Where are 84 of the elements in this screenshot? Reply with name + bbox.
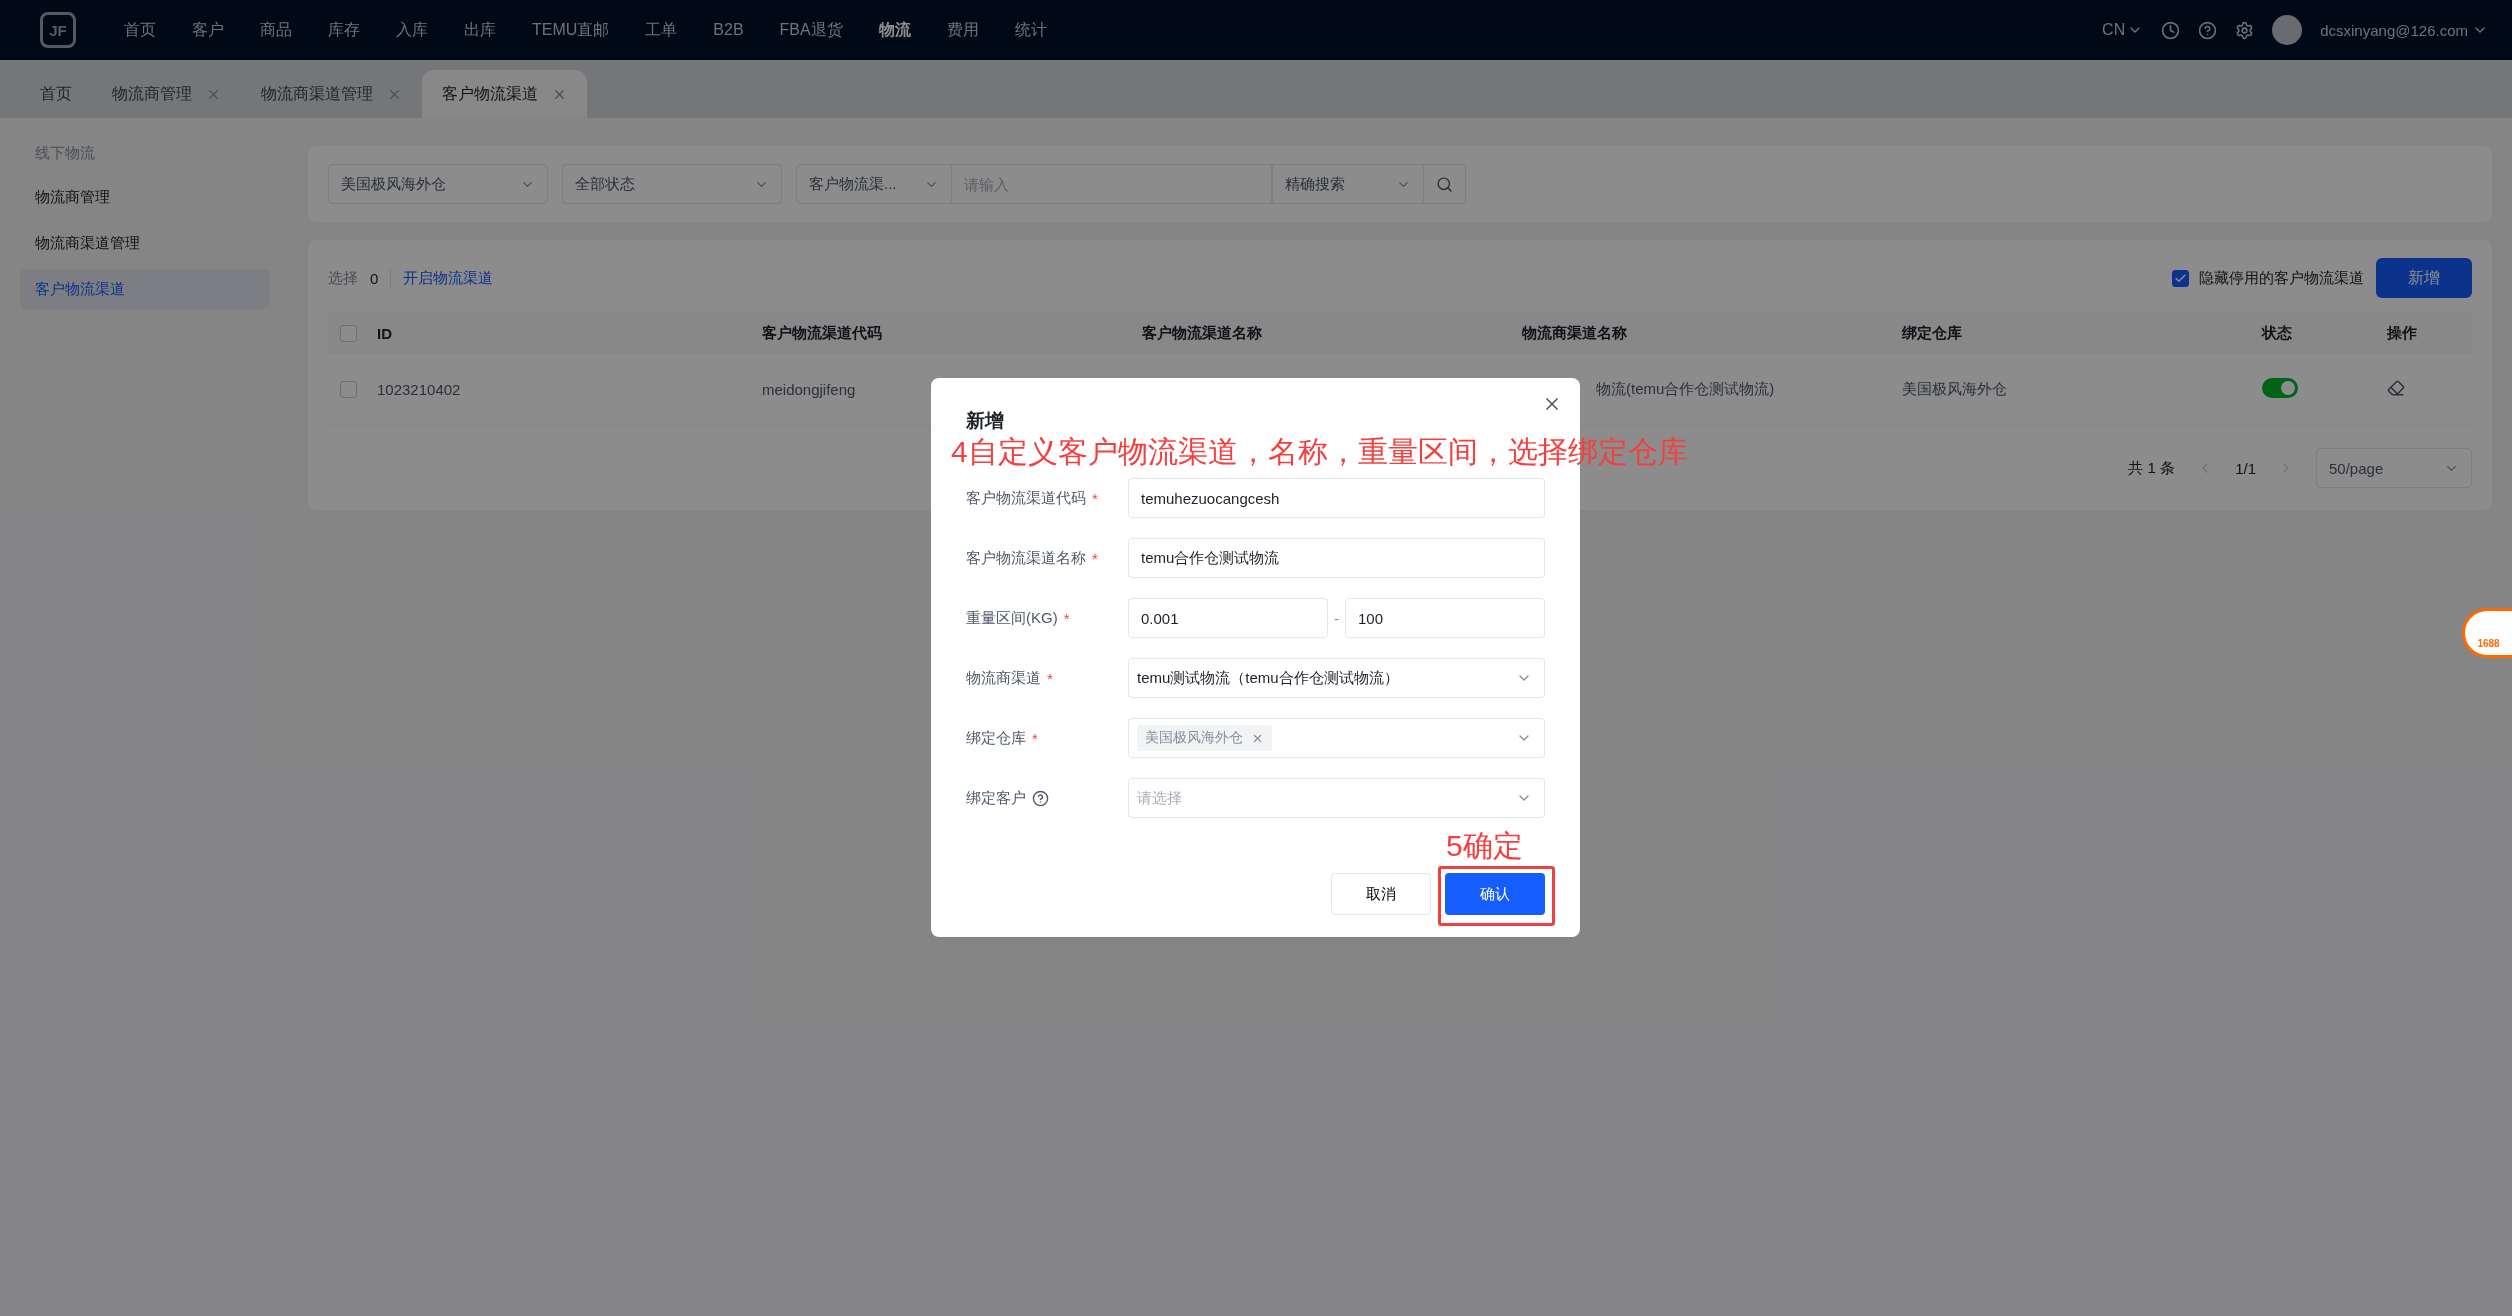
avatar	[2272, 15, 2303, 45]
cancel-button[interactable]: 取消	[1331, 873, 1431, 915]
search-button[interactable]	[1424, 164, 1466, 204]
field-select[interactable]: 客户物流渠...	[796, 164, 952, 204]
annotation-text: 5确定	[1446, 828, 1523, 864]
nav-item[interactable]: 库存	[310, 19, 378, 41]
selection-label: 选择	[328, 268, 358, 288]
column-header: ID	[377, 324, 393, 342]
language-dropdown[interactable]: CN	[2102, 21, 2144, 39]
sidebar-item[interactable]: 客户物流渠道	[20, 269, 270, 309]
max-weight-field[interactable]: 100	[1345, 598, 1545, 638]
nav-item[interactable]: B2B	[695, 21, 762, 39]
nav-item[interactable]: FBA退货	[761, 19, 861, 41]
page-tab[interactable]: 物流商渠道管理	[241, 70, 422, 118]
table-cell-text: meidongjifeng	[762, 381, 857, 398]
table-cell-text: 美国极风海外仓	[1902, 380, 2008, 399]
column-header: 客户物流渠道名称	[1142, 323, 1263, 343]
nav-item[interactable]: 工单	[627, 19, 696, 41]
nav-item[interactable]: TEMU直邮	[514, 19, 628, 41]
column-header: 绑定仓库	[1902, 323, 1963, 343]
total-count: 共 1 条	[2128, 458, 2176, 478]
edit-icon[interactable]	[2387, 379, 2405, 397]
mode-select[interactable]: 精确搜索	[1272, 164, 1424, 204]
page-tab[interactable]: 物流商管理	[92, 70, 241, 118]
nav-item[interactable]: 首页	[106, 19, 174, 41]
sidebar-item[interactable]: 物流商管理	[20, 177, 270, 217]
nav-item[interactable]: 客户	[174, 19, 242, 41]
text-field[interactable]: temu合作仓测试物流	[1128, 538, 1545, 578]
select-field[interactable]: 请选择	[1128, 778, 1545, 818]
nav-item[interactable]: 物流	[860, 19, 929, 41]
user-menu[interactable]: dcsxinyang@126.com	[2320, 21, 2488, 39]
sidebar-group-title: 线下物流	[34, 143, 96, 163]
select-field[interactable]: temu测试物流（temu合作仓测试物流）	[1128, 658, 1545, 698]
field-label: 客户物流渠道名称 *	[966, 548, 1099, 568]
column-header: 客户物流渠道代码	[762, 323, 883, 343]
nav-item[interactable]: 商品	[242, 19, 310, 41]
checkbox[interactable]	[2172, 269, 2189, 287]
nav-item[interactable]: 入库	[378, 19, 446, 41]
floating-badge[interactable]: 1688	[2462, 608, 2512, 658]
warehouse-tag: 美国极风海外仓	[1137, 725, 1272, 751]
field-label: 重量区间(KG) *	[966, 608, 1071, 628]
column-header: 操作	[2387, 323, 2418, 343]
field-label: 绑定客户	[966, 788, 1128, 808]
required-mark: *	[1032, 729, 1038, 747]
column-header: 状态	[2262, 323, 2293, 343]
enable-channel-link[interactable]: 开启物流渠道	[390, 268, 494, 288]
check-icon	[2174, 271, 2187, 285]
help-icon[interactable]	[2198, 20, 2218, 40]
nav-item[interactable]: 统计	[996, 19, 1065, 41]
range-separator: -	[1334, 609, 1339, 627]
table-cell-text: 1023210402	[377, 381, 462, 398]
min-weight-field[interactable]: 0.001	[1128, 598, 1328, 638]
warehouse-select[interactable]: 美国极风海外仓	[328, 164, 548, 204]
nav-item[interactable]: 出库	[446, 19, 514, 41]
clock-icon[interactable]	[2161, 20, 2181, 40]
page-tab[interactable]: 客户物流渠道	[422, 70, 587, 118]
row-checkbox[interactable]	[340, 381, 357, 398]
text-field[interactable]: temuhezuocangcesh	[1128, 478, 1545, 518]
required-mark: *	[1092, 489, 1098, 507]
page-indicator: 1/1	[2235, 459, 2256, 477]
settings-icon[interactable]	[2235, 20, 2255, 40]
field-label: 物流商渠道 *	[966, 668, 1054, 688]
logo: JF	[40, 12, 76, 48]
required-mark: *	[1063, 609, 1070, 627]
required-mark: *	[1092, 549, 1098, 567]
required-mark: *	[1047, 669, 1053, 687]
column-header: 物流商渠道名称	[1522, 323, 1628, 343]
page-size-select[interactable]: 50/page	[2316, 448, 2472, 488]
add-button[interactable]: 新增	[2376, 258, 2472, 298]
status-toggle[interactable]	[2262, 378, 2298, 398]
field-label: 绑定仓库 *	[966, 728, 1039, 748]
sidebar-item[interactable]: 物流商渠道管理	[20, 223, 270, 263]
selection-count: 0	[370, 269, 379, 287]
field-label: 客户物流渠道代码 *	[966, 488, 1099, 508]
multi-select-field[interactable]: 美国极风海外仓	[1128, 718, 1545, 758]
status-select[interactable]: 全部状态	[562, 164, 782, 204]
select-all-checkbox[interactable]	[340, 324, 357, 342]
table-cell-text: 物流(temu合作仓测试物流)	[1595, 380, 1776, 399]
confirm-button[interactable]: 确认	[1445, 873, 1545, 915]
checkbox-label: 隐藏停用的客户物流渠道	[2199, 268, 2364, 288]
page-tab[interactable]: 首页	[20, 70, 92, 118]
search-icon	[1436, 175, 1453, 193]
dialog-title: 新增	[966, 409, 1005, 433]
nav-item[interactable]: 费用	[928, 19, 997, 41]
